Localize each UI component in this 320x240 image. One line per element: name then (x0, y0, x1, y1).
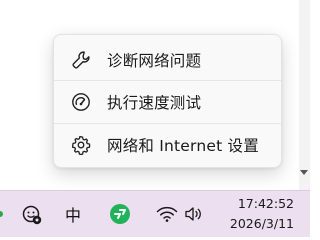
clock[interactable]: 17:42:52 2026/3/11 (230, 194, 294, 234)
speedometer-icon (70, 91, 92, 113)
scroll-down-arrow-icon[interactable] (300, 170, 308, 175)
menu-item-diagnose-network[interactable]: 诊断网络问题 (58, 41, 277, 79)
status-dot (0, 211, 3, 217)
wrench-icon (70, 49, 92, 71)
menu-item-speed-test[interactable]: 执行速度测试 (58, 83, 277, 121)
taskbar: 中 17:42:52 2026/3/11 (0, 190, 310, 237)
network-context-menu: 诊断网络问题 执行速度测试 网络和 Internet 设置 (53, 34, 282, 168)
screen: 诊断网络问题 执行速度测试 网络和 Internet 设置 中 17:42:52… (0, 0, 310, 237)
scrollbar[interactable] (299, 0, 310, 190)
menu-item-label: 诊断网络问题 (107, 52, 202, 70)
emoji-keyboard-button[interactable] (20, 203, 44, 227)
clock-time: 17:42:52 (237, 196, 294, 211)
clock-date: 2026/3/11 (229, 216, 294, 231)
speaker-icon (185, 207, 201, 221)
volume-button[interactable] (183, 203, 205, 225)
menu-separator (54, 80, 281, 81)
emoji-settings-icon (22, 205, 42, 225)
input-method-indicator[interactable]: 中 (60, 201, 86, 227)
menu-separator (54, 123, 281, 124)
network-status-button[interactable] (154, 203, 180, 225)
menu-item-network-settings[interactable]: 网络和 Internet 设置 (58, 126, 277, 164)
menu-item-label: 执行速度测试 (107, 94, 202, 112)
wifi-icon (156, 206, 178, 222)
app-tray-icon (110, 204, 130, 224)
tray-app-button[interactable] (108, 202, 132, 226)
menu-item-label: 网络和 Internet 设置 (107, 137, 259, 155)
gear-icon (70, 134, 92, 156)
